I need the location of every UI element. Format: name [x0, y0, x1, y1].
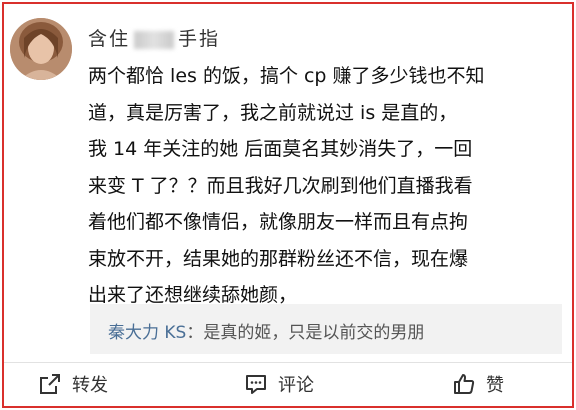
comment-icon — [246, 375, 266, 394]
username-redaction — [134, 30, 175, 49]
avatar-image — [10, 18, 72, 80]
like-button[interactable]: 赞 — [452, 371, 504, 397]
forward-button[interactable]: 转发 — [38, 371, 108, 397]
username[interactable]: 含住 手指 — [88, 24, 220, 51]
post-line: 道，真是厉害了，我之前就说过 is 是直的， — [88, 101, 458, 124]
post-line: 着他们都不像情侣，就像朋友一样而且有点拘 — [88, 211, 469, 233]
post-card: 含住 手指 两个都恰 les 的饭，搞个 cp 赚了多少钱也不知 道，真是厉害了，… — [2, 2, 574, 408]
reply-separator: ： — [186, 323, 204, 343]
post-line: 两个都恰 les 的饭，搞个 cp 赚了多少钱也不知 — [88, 65, 485, 87]
post-line: 束放不开，结果她的那群粉丝还不信，现在爆 — [88, 247, 469, 270]
post-line: 我 14 年关注的她 后面莫名其妙消失了，一回 — [88, 138, 473, 160]
action-bar: 转发 评论 赞 — [4, 362, 572, 407]
share-icon — [40, 374, 60, 394]
reply-author[interactable]: 秦大力 KS — [108, 323, 186, 343]
reply-text: 秦大力 KS：是真的姬，只是以前交的男朋 — [108, 318, 424, 343]
post-line: 来变 T 了？？而且我好几次刷到他们直播我看 — [88, 174, 473, 197]
comment-label: 评论 — [278, 375, 314, 396]
username-visible: 含住 — [88, 28, 131, 50]
forward-label: 转发 — [72, 375, 108, 396]
reply-body: 是真的姬，只是以前交的男朋 — [203, 323, 425, 343]
username-tail: 手指 — [178, 28, 221, 50]
reply-preview[interactable]: 秦大力 KS：是真的姬，只是以前交的男朋 — [90, 304, 562, 354]
avatar[interactable] — [10, 18, 72, 80]
comment-button[interactable]: 评论 — [244, 371, 314, 397]
like-label: 赞 — [486, 375, 504, 396]
post-content: 两个都恰 les 的饭，搞个 cp 赚了多少钱也不知 道，真是厉害了，我之前就说… — [88, 58, 566, 314]
thumbs-up-icon — [454, 374, 475, 394]
